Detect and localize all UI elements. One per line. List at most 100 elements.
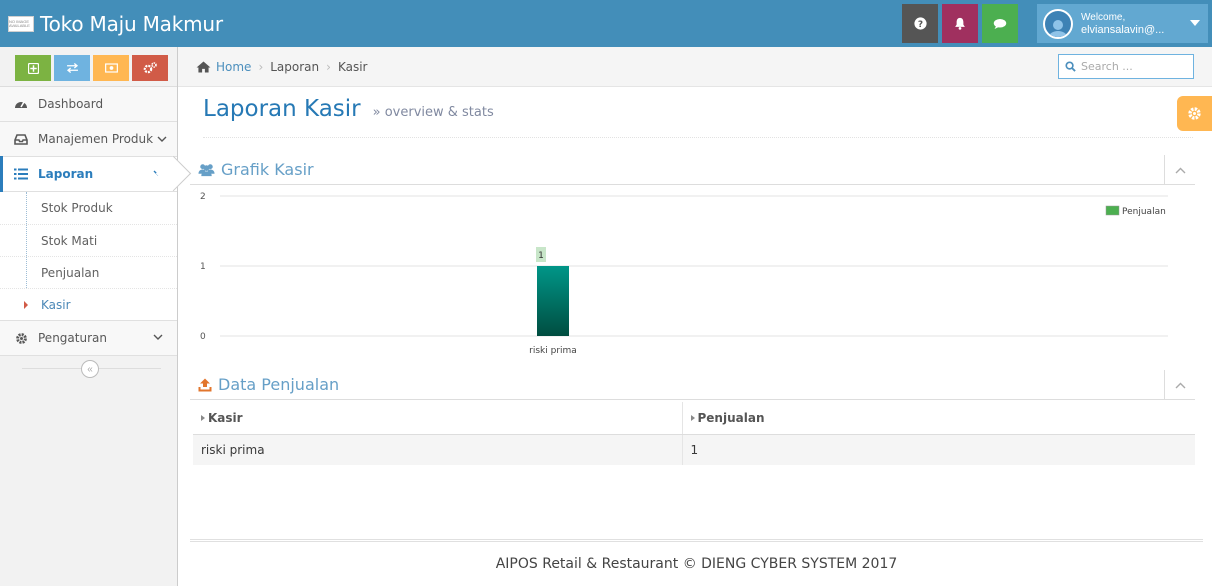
caret-right-icon bbox=[24, 301, 28, 309]
user-name: elviansalavin@... bbox=[1081, 23, 1165, 36]
tachometer-icon bbox=[14, 97, 28, 111]
upload-icon bbox=[198, 378, 212, 391]
cogs-icon bbox=[143, 62, 157, 74]
legend-label: Penjualan bbox=[1122, 207, 1166, 217]
home-icon bbox=[196, 60, 211, 73]
list-icon bbox=[14, 167, 28, 181]
page-header: Laporan Kasir » overview & stats bbox=[203, 96, 1193, 138]
search-box bbox=[1058, 54, 1194, 79]
x-tick-label: riski prima bbox=[529, 346, 577, 356]
brand-name[interactable]: Toko Maju Makmur bbox=[40, 12, 223, 36]
brand-logo: NO IMAGE AVAILABLE bbox=[8, 15, 34, 32]
inbox-icon bbox=[14, 132, 28, 146]
table-widget-header: Data Penjualan bbox=[190, 370, 1195, 400]
chevron-down-icon bbox=[153, 170, 163, 176]
data-label: 1 bbox=[538, 251, 544, 261]
sidebar-item-label: Manajemen Produk bbox=[38, 132, 154, 146]
double-angle-left-icon: « bbox=[87, 363, 93, 375]
brand[interactable]: NO IMAGE AVAILABLE Toko Maju Makmur bbox=[8, 0, 223, 47]
sidebar-item-pengaturan[interactable]: Pengaturan bbox=[0, 321, 177, 356]
breadcrumb-item-laporan[interactable]: Laporan bbox=[270, 60, 319, 74]
search-icon bbox=[1065, 61, 1076, 72]
user-info: Welcome, elviansalavin@... bbox=[1081, 12, 1164, 36]
sidebar-item-label: Pengaturan bbox=[38, 331, 107, 345]
table-cell-kasir: riski prima bbox=[193, 434, 683, 465]
column-header-label: Penjualan bbox=[697, 410, 765, 425]
submenu-item-label: Penjualan bbox=[41, 265, 100, 280]
sidebar-item-dashboard[interactable]: Dashboard bbox=[0, 87, 177, 122]
footer-text: AIPOS Retail & Restaurant © DIENG CYBER … bbox=[495, 556, 898, 572]
exchange-icon bbox=[66, 63, 78, 73]
brand-logo-text: NO IMAGE AVAILABLE bbox=[9, 18, 30, 28]
sidebar: Dashboard Manajemen Produk Laporan Stok … bbox=[0, 47, 178, 586]
column-header-label: Kasir bbox=[208, 410, 243, 425]
column-header-kasir[interactable]: Kasir bbox=[193, 402, 683, 435]
chart-widget-title: Grafik Kasir bbox=[221, 160, 314, 179]
chevron-up-icon bbox=[1175, 167, 1185, 173]
submenu-item-penjualan[interactable]: Penjualan bbox=[0, 256, 177, 288]
chart-widget-collapse-button[interactable] bbox=[1164, 155, 1195, 185]
submenu-item-kasir[interactable]: Kasir bbox=[0, 288, 177, 320]
table-row: riski prima 1 bbox=[193, 434, 1195, 465]
y-tick-label: 1 bbox=[200, 262, 206, 272]
help-button[interactable]: ? bbox=[902, 4, 938, 43]
user-welcome: Welcome, bbox=[1081, 11, 1126, 23]
svg-text:?: ? bbox=[917, 20, 922, 30]
footer: AIPOS Retail & Restaurant © DIENG CYBER … bbox=[190, 539, 1203, 586]
breadcrumb-separator: › bbox=[326, 59, 331, 74]
comment-icon bbox=[993, 18, 1007, 29]
chart-widget-header: Grafik Kasir bbox=[190, 155, 1195, 185]
submenu-item-stok-produk[interactable]: Stok Produk bbox=[0, 192, 177, 224]
breadcrumb-separator: › bbox=[258, 59, 264, 74]
caret-right-icon bbox=[201, 415, 205, 422]
ace-settings-button[interactable] bbox=[1177, 96, 1212, 131]
submenu-item-label: Stok Produk bbox=[41, 201, 113, 215]
caret-down-icon bbox=[1190, 20, 1200, 26]
sales-table: Kasir Penjualan riski prima 1 bbox=[193, 402, 1195, 465]
shortcut-add-button[interactable] bbox=[15, 55, 51, 81]
cog-icon bbox=[14, 331, 28, 345]
table-cell-penjualan: 1 bbox=[682, 434, 1195, 465]
avatar bbox=[1043, 8, 1073, 39]
chevron-down-icon bbox=[157, 136, 167, 142]
caret-right-icon bbox=[690, 415, 695, 422]
notifications-button[interactable] bbox=[942, 4, 978, 43]
top-navbar: NO IMAGE AVAILABLE Toko Maju Makmur ? We… bbox=[0, 0, 1212, 47]
submenu-item-label: Kasir bbox=[41, 297, 71, 312]
sidebar-shortcuts bbox=[0, 47, 177, 87]
users-icon bbox=[198, 163, 215, 176]
table-widget-collapse-button[interactable] bbox=[1164, 370, 1195, 400]
chart-svg: 0 1 2 1 riski prima Penjualan bbox=[200, 192, 1168, 356]
sidebar-collapse-button[interactable]: « bbox=[81, 360, 99, 378]
shortcut-settings-button[interactable] bbox=[132, 55, 168, 81]
breadcrumb-item-kasir: Kasir bbox=[337, 59, 368, 74]
y-tick-label: 0 bbox=[200, 332, 206, 342]
breadcrumb-home-label: Home bbox=[216, 59, 252, 74]
cog-icon bbox=[1188, 107, 1201, 120]
sidebar-item-laporan[interactable]: Laporan bbox=[0, 156, 177, 192]
sidebar-item-manajemen-produk[interactable]: Manajemen Produk bbox=[0, 122, 177, 157]
messages-button[interactable] bbox=[982, 4, 1018, 43]
submenu-item-label: Stok Mati bbox=[41, 233, 98, 248]
table-header-row: Kasir Penjualan bbox=[193, 402, 1195, 435]
breadcrumb: Home › Laporan › Kasir bbox=[178, 47, 1212, 87]
column-header-penjualan[interactable]: Penjualan bbox=[682, 402, 1195, 435]
page-title: Laporan Kasir bbox=[203, 96, 361, 122]
bar bbox=[537, 266, 569, 336]
user-silhouette-icon bbox=[1049, 19, 1067, 37]
plus-square-icon bbox=[27, 62, 39, 74]
chevron-down-icon bbox=[153, 334, 163, 340]
money-icon bbox=[104, 63, 118, 73]
sales-chart: 0 1 2 1 riski prima Penjualan bbox=[190, 186, 1195, 364]
sidebar-collapse-row: « bbox=[0, 356, 177, 382]
search-input[interactable] bbox=[1081, 60, 1181, 73]
y-tick-label: 2 bbox=[200, 192, 206, 202]
shortcut-exchange-button[interactable] bbox=[54, 55, 90, 81]
bell-icon bbox=[955, 17, 965, 30]
page-subtitle: » overview & stats bbox=[372, 105, 494, 120]
table-widget-title: Data Penjualan bbox=[218, 375, 340, 394]
submenu-item-stok-mati[interactable]: Stok Mati bbox=[0, 224, 177, 256]
user-menu[interactable]: Welcome, elviansalavin@... bbox=[1037, 4, 1208, 43]
shortcut-money-button[interactable] bbox=[93, 55, 129, 81]
breadcrumb-home[interactable]: Home bbox=[196, 60, 251, 74]
